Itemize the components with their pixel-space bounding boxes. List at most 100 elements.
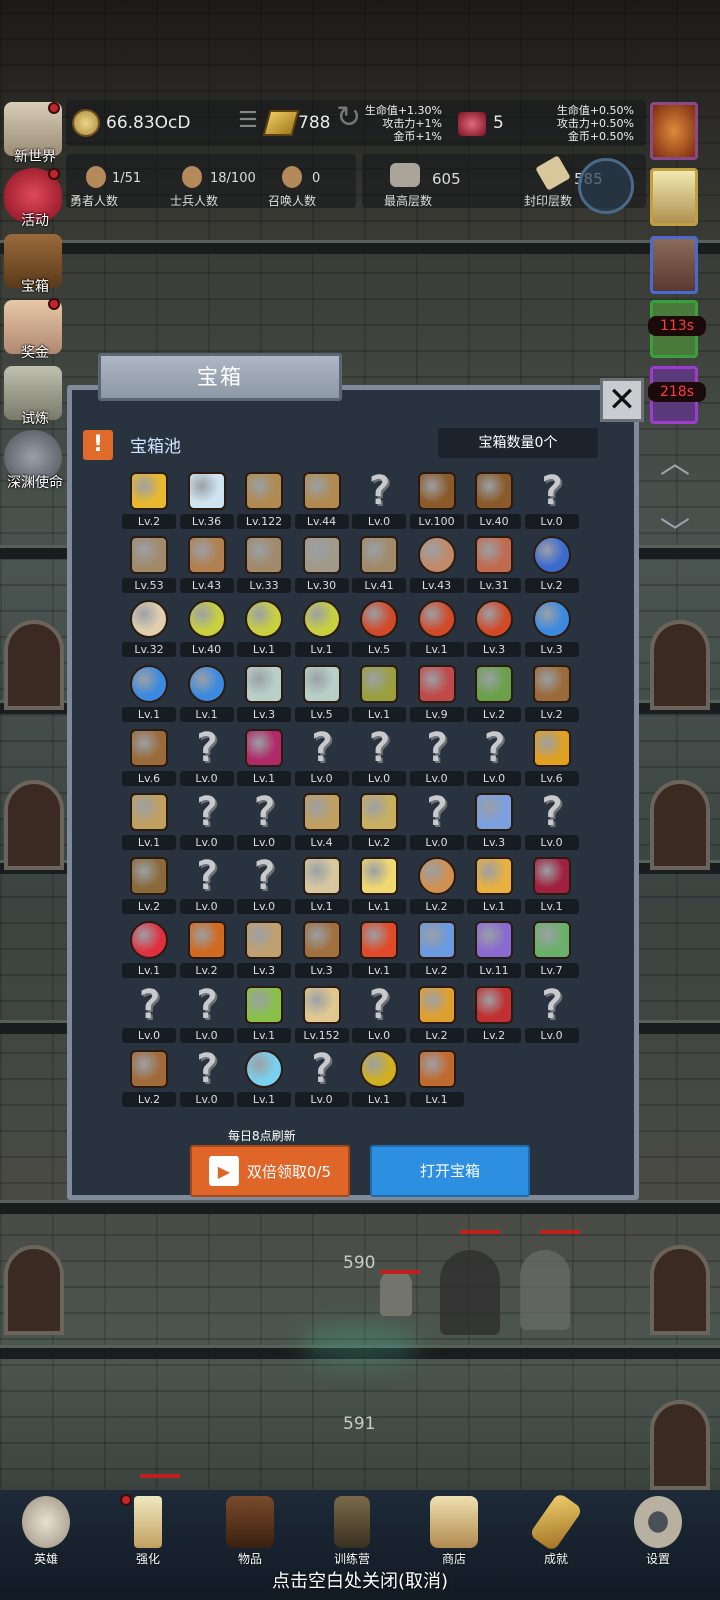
item-slot[interactable]: Lv.1 bbox=[350, 853, 408, 917]
refresh-icon[interactable]: ↻ bbox=[336, 100, 361, 135]
item-slot[interactable]: Lv.1 bbox=[120, 661, 178, 725]
item-slot[interactable]: Lv.41 bbox=[350, 532, 408, 596]
item-slot[interactable]: Lv.5 bbox=[293, 661, 351, 725]
nav-achievements[interactable]: 成就 bbox=[516, 1490, 596, 1566]
item-slot[interactable]: Lv.33 bbox=[235, 532, 293, 596]
item-slot[interactable]: Lv.100 bbox=[408, 468, 466, 532]
item-slot[interactable]: Lv.3 bbox=[293, 917, 351, 981]
item-slot[interactable]: Lv.2 bbox=[465, 661, 523, 725]
item-slot[interactable]: ? Lv.0 bbox=[408, 789, 466, 853]
double-claim-button[interactable]: ▶ 双倍领取0/5 bbox=[190, 1145, 350, 1197]
close-hint[interactable]: 点击空白处关闭(取消) bbox=[0, 1567, 720, 1593]
item-slot[interactable]: Lv.2 bbox=[178, 917, 236, 981]
item-slot[interactable]: Lv.3 bbox=[465, 789, 523, 853]
item-slot[interactable]: Lv.11 bbox=[465, 917, 523, 981]
item-slot[interactable]: Lv.6 bbox=[120, 725, 178, 789]
item-slot[interactable]: Lv.2 bbox=[120, 853, 178, 917]
item-slot[interactable]: Lv.152 bbox=[293, 982, 351, 1046]
item-slot[interactable]: Lv.1 bbox=[408, 596, 466, 660]
item-slot[interactable]: Lv.31 bbox=[465, 532, 523, 596]
item-slot[interactable]: Lv.1 bbox=[523, 853, 581, 917]
item-slot[interactable]: ? Lv.0 bbox=[178, 1046, 236, 1110]
item-slot[interactable]: ? Lv.0 bbox=[178, 789, 236, 853]
item-slot[interactable]: ? Lv.0 bbox=[293, 1046, 351, 1110]
sidebar-label-abyss[interactable]: 深渊使命 bbox=[0, 472, 70, 492]
nav-items[interactable]: 物品 bbox=[210, 1490, 290, 1566]
item-slot[interactable]: Lv.7 bbox=[523, 917, 581, 981]
item-slot[interactable]: Lv.5 bbox=[350, 596, 408, 660]
chevron-down-icon[interactable]: ﹀ bbox=[660, 508, 690, 552]
item-slot[interactable]: Lv.40 bbox=[465, 468, 523, 532]
item-slot[interactable]: Lv.1 bbox=[120, 789, 178, 853]
sidebar-label-trial[interactable]: 试炼 bbox=[0, 408, 70, 428]
item-slot[interactable]: Lv.2 bbox=[408, 917, 466, 981]
open-chest-button[interactable]: 打开宝箱 bbox=[370, 1145, 530, 1197]
item-slot[interactable]: Lv.1 bbox=[120, 917, 178, 981]
item-slot[interactable]: Lv.1 bbox=[178, 661, 236, 725]
item-slot[interactable]: ? Lv.0 bbox=[350, 725, 408, 789]
bomb-button[interactable] bbox=[578, 158, 634, 214]
nav-heroes[interactable]: 英雄 bbox=[6, 1490, 86, 1566]
item-slot[interactable]: Lv.32 bbox=[120, 596, 178, 660]
nav-shop[interactable]: 商店 bbox=[414, 1490, 494, 1566]
item-slot[interactable]: ? Lv.0 bbox=[120, 982, 178, 1046]
item-slot[interactable]: ? Lv.0 bbox=[178, 853, 236, 917]
item-slot[interactable]: Lv.1 bbox=[293, 853, 351, 917]
item-slot[interactable]: ? Lv.0 bbox=[465, 725, 523, 789]
item-slot[interactable]: Lv.1 bbox=[235, 725, 293, 789]
item-slot[interactable]: Lv.1 bbox=[235, 1046, 293, 1110]
item-slot[interactable]: Lv.1 bbox=[235, 982, 293, 1046]
buff-candle-icon[interactable] bbox=[650, 168, 698, 226]
item-slot[interactable]: ? Lv.0 bbox=[178, 982, 236, 1046]
sidebar-label-chest[interactable]: 宝箱 bbox=[0, 276, 70, 296]
item-slot[interactable]: Lv.3 bbox=[235, 917, 293, 981]
item-slot[interactable]: Lv.2 bbox=[465, 982, 523, 1046]
item-slot[interactable]: Lv.2 bbox=[523, 532, 581, 596]
item-slot[interactable]: Lv.1 bbox=[235, 596, 293, 660]
buff-onion-icon[interactable] bbox=[650, 102, 698, 160]
sidebar-label-activity[interactable]: 活动 bbox=[0, 210, 70, 230]
item-slot[interactable]: ? Lv.0 bbox=[408, 725, 466, 789]
item-slot[interactable]: Lv.2 bbox=[120, 1046, 178, 1110]
item-slot[interactable]: Lv.122 bbox=[235, 468, 293, 532]
item-slot[interactable]: Lv.1 bbox=[350, 917, 408, 981]
item-slot[interactable]: ? Lv.0 bbox=[523, 789, 581, 853]
buff-scroll-icon[interactable] bbox=[650, 236, 698, 294]
item-slot[interactable]: Lv.4 bbox=[293, 789, 351, 853]
nav-training[interactable]: 训练营 bbox=[312, 1490, 392, 1566]
item-slot[interactable]: Lv.2 bbox=[120, 468, 178, 532]
item-slot[interactable]: Lv.3 bbox=[465, 596, 523, 660]
item-slot[interactable]: Lv.44 bbox=[293, 468, 351, 532]
item-slot[interactable]: Lv.1 bbox=[465, 853, 523, 917]
item-slot[interactable]: Lv.2 bbox=[408, 982, 466, 1046]
item-slot[interactable]: Lv.2 bbox=[350, 789, 408, 853]
item-slot[interactable]: ? Lv.0 bbox=[523, 982, 581, 1046]
item-slot[interactable]: Lv.2 bbox=[523, 661, 581, 725]
item-slot[interactable]: Lv.43 bbox=[178, 532, 236, 596]
item-slot[interactable]: ? Lv.0 bbox=[235, 853, 293, 917]
chevron-up-icon[interactable]: ︿ bbox=[660, 438, 690, 482]
sidebar-label-bonus[interactable]: 奖金 bbox=[0, 342, 70, 362]
item-slot[interactable]: ? Lv.0 bbox=[350, 982, 408, 1046]
item-slot[interactable]: ? Lv.0 bbox=[178, 725, 236, 789]
item-slot[interactable]: ? Lv.0 bbox=[293, 725, 351, 789]
item-slot[interactable]: Lv.30 bbox=[293, 532, 351, 596]
item-slot[interactable]: Lv.40 bbox=[178, 596, 236, 660]
item-slot[interactable]: ? Lv.0 bbox=[350, 468, 408, 532]
item-slot[interactable]: ? Lv.0 bbox=[235, 789, 293, 853]
item-slot[interactable]: Lv.1 bbox=[350, 661, 408, 725]
item-slot[interactable]: Lv.1 bbox=[408, 1046, 466, 1110]
item-slot[interactable]: Lv.3 bbox=[235, 661, 293, 725]
item-slot[interactable]: Lv.6 bbox=[523, 725, 581, 789]
item-slot[interactable]: Lv.1 bbox=[350, 1046, 408, 1110]
item-slot[interactable]: Lv.53 bbox=[120, 532, 178, 596]
sidebar-label-new-world[interactable]: 新世界 bbox=[0, 146, 70, 166]
item-slot[interactable]: Lv.36 bbox=[178, 468, 236, 532]
item-slot[interactable]: Lv.1 bbox=[293, 596, 351, 660]
nav-settings[interactable]: 设置 bbox=[618, 1490, 698, 1566]
item-slot[interactable]: Lv.9 bbox=[408, 661, 466, 725]
item-slot[interactable]: Lv.3 bbox=[523, 596, 581, 660]
close-icon[interactable]: ✕ bbox=[600, 378, 644, 422]
item-slot[interactable]: Lv.2 bbox=[408, 853, 466, 917]
item-slot[interactable]: ? Lv.0 bbox=[523, 468, 581, 532]
